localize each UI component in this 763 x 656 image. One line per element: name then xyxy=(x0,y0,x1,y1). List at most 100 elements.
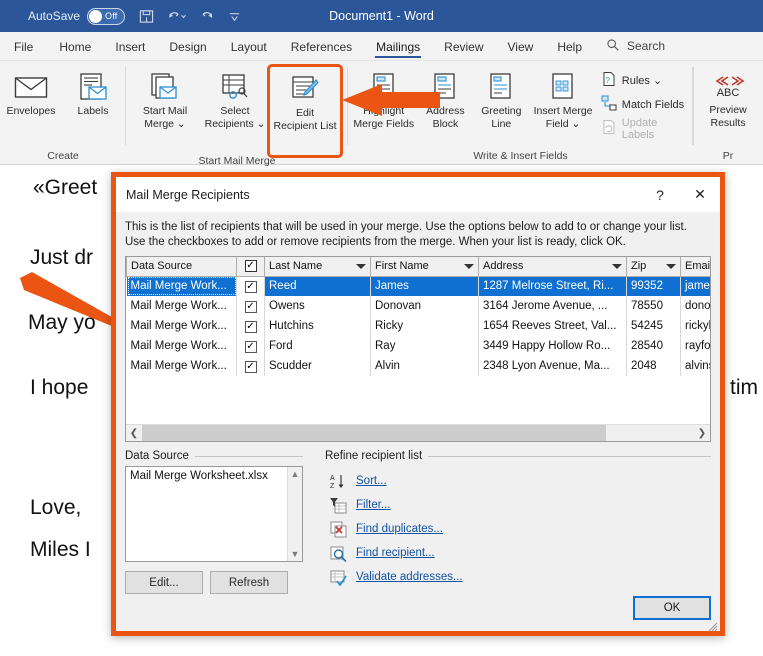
highlight-merge-fields-button[interactable]: Highlight Merge Fields xyxy=(350,67,417,131)
cell-checkbox[interactable]: ✓ xyxy=(236,356,265,376)
row-checkbox[interactable]: ✓ xyxy=(244,360,257,373)
cell-checkbox[interactable]: ✓ xyxy=(236,336,265,356)
chevron-down-icon[interactable] xyxy=(612,263,622,269)
match-fields-button[interactable]: Match Fields xyxy=(597,94,693,115)
write-insert-small-buttons: ? Rules ⌄ Match Fields Update Labels xyxy=(597,67,693,141)
chevron-down-icon[interactable] xyxy=(356,263,366,269)
select-all-checkbox[interactable]: ✓ xyxy=(244,260,257,273)
horizontal-scrollbar[interactable]: ❮ ❯ xyxy=(126,424,710,441)
scroll-left-icon[interactable]: ❮ xyxy=(126,428,142,439)
rules-button[interactable]: ? Rules ⌄ xyxy=(597,70,693,91)
data-source-list[interactable]: Mail Merge Worksheet.xlsx ▲ ▼ xyxy=(125,466,303,562)
scrollbar-track[interactable] xyxy=(142,424,694,441)
select-recipients-button[interactable]: Select Recipients ⌄ xyxy=(200,67,270,131)
search-box[interactable]: Search xyxy=(606,32,665,60)
preview-results-label: Preview Results xyxy=(709,104,747,129)
scroll-right-icon[interactable]: ❯ xyxy=(694,428,710,439)
table-row[interactable]: Mail Merge Work... ✓ Hutchins Ricky 1654… xyxy=(126,316,710,336)
column-header-zip[interactable]: Zip xyxy=(626,257,681,277)
edit-button[interactable]: Edit... xyxy=(125,571,203,594)
cell-checkbox[interactable]: ✓ xyxy=(236,296,265,316)
validate-addresses-link[interactable]: Validate addresses... xyxy=(356,571,463,583)
tab-review[interactable]: Review xyxy=(432,32,495,61)
sort-row[interactable]: AZ Sort... xyxy=(325,469,711,493)
find-duplicates-row[interactable]: Find duplicates... xyxy=(325,517,711,541)
start-mail-merge-button[interactable]: Start Mail Merge ⌄ xyxy=(130,67,200,131)
table-row[interactable]: Mail Merge Work... ✓ Reed James 1287 Mel… xyxy=(126,276,710,296)
envelopes-button[interactable]: Envelopes xyxy=(0,67,62,118)
document-line: «Greet xyxy=(33,176,98,199)
tab-insert[interactable]: Insert xyxy=(103,32,157,61)
refresh-button[interactable]: Refresh xyxy=(210,571,288,594)
cell-zip: 78550 xyxy=(626,296,681,316)
column-header-first-name[interactable]: First Name xyxy=(370,257,479,277)
save-icon[interactable] xyxy=(139,9,154,24)
update-labels-icon xyxy=(601,119,617,138)
scroll-down-icon[interactable]: ▼ xyxy=(291,549,300,559)
row-checkbox[interactable]: ✓ xyxy=(244,280,257,293)
chevron-down-icon[interactable] xyxy=(464,263,474,269)
chevron-down-icon[interactable] xyxy=(666,263,676,269)
close-icon[interactable]: ✕ xyxy=(680,178,720,212)
ok-button[interactable]: OK xyxy=(633,596,711,620)
column-header-email[interactable]: Email xyxy=(680,257,710,277)
update-labels-button[interactable]: Update Labels xyxy=(597,117,693,141)
autosave-toggle-knob xyxy=(89,9,103,23)
cell-address: 2348 Lyon Avenue, Ma... xyxy=(478,356,627,376)
tab-mailings[interactable]: Mailings xyxy=(364,32,432,61)
cell-email: rickyhut xyxy=(680,316,710,336)
column-header-address[interactable]: Address xyxy=(478,257,627,277)
resize-grip[interactable] xyxy=(707,619,718,632)
help-button[interactable]: ? xyxy=(640,178,680,212)
row-checkbox[interactable]: ✓ xyxy=(244,320,257,333)
data-source-vertical-scrollbar[interactable]: ▲ ▼ xyxy=(287,467,302,561)
greeting-line-button[interactable]: Greeting Line xyxy=(473,67,529,131)
tab-design[interactable]: Design xyxy=(157,32,218,61)
quick-access-toolbar xyxy=(139,9,241,24)
column-header-last-name[interactable]: Last Name xyxy=(264,257,371,277)
edit-recipient-list-button[interactable]: Edit Recipient List xyxy=(267,64,343,158)
undo-icon[interactable] xyxy=(167,9,187,24)
cell-checkbox[interactable]: ✓ xyxy=(236,276,265,296)
table-row[interactable]: Mail Merge Work... ✓ Scudder Alvin 2348 … xyxy=(126,356,710,376)
cell-checkbox[interactable]: ✓ xyxy=(236,316,265,336)
cell-email: donovar xyxy=(680,296,710,316)
tab-home[interactable]: Home xyxy=(47,32,103,61)
validate-addresses-row[interactable]: Validate addresses... xyxy=(325,565,711,589)
find-recipient-row[interactable]: Find recipient... xyxy=(325,541,711,565)
cell-first-name: Ricky xyxy=(370,316,479,336)
tab-file-label: File xyxy=(14,39,34,54)
scroll-up-icon[interactable]: ▲ xyxy=(291,469,300,479)
tab-help[interactable]: Help xyxy=(545,32,594,61)
tab-layout[interactable]: Layout xyxy=(219,32,279,61)
data-source-file[interactable]: Mail Merge Worksheet.xlsx xyxy=(126,467,287,561)
column-header-data-source[interactable]: Data Source xyxy=(126,257,237,277)
redo-icon[interactable] xyxy=(200,9,215,24)
row-checkbox[interactable]: ✓ xyxy=(244,340,257,353)
select-recipients-icon xyxy=(220,69,250,105)
refine-legend: Refine recipient list xyxy=(325,450,423,462)
labels-button[interactable]: Labels xyxy=(62,67,124,118)
filter-row[interactable]: Filter... xyxy=(325,493,711,517)
refine-links: AZ Sort... Filter... Find duplicates... … xyxy=(325,469,711,589)
table-row[interactable]: Mail Merge Work... ✓ Owens Donovan 3164 … xyxy=(126,296,710,316)
tab-references[interactable]: References xyxy=(279,32,364,61)
autosave-toggle[interactable]: Off xyxy=(87,7,126,25)
scrollbar-thumb[interactable] xyxy=(142,424,606,441)
insert-merge-field-button[interactable]: Insert Merge Field ⌄ xyxy=(529,67,596,131)
highlight-merge-fields-icon xyxy=(370,69,398,105)
refine-legend-row: Refine recipient list xyxy=(325,450,711,462)
sort-link[interactable]: Sort... xyxy=(356,475,387,487)
find-recipient-link[interactable]: Find recipient... xyxy=(356,547,435,559)
table-row[interactable]: Mail Merge Work... ✓ Ford Ray 3449 Happy… xyxy=(126,336,710,356)
find-duplicates-link[interactable]: Find duplicates... xyxy=(356,523,443,535)
filter-link[interactable]: Filter... xyxy=(356,499,391,511)
customize-icon[interactable] xyxy=(228,10,241,23)
table-header-row: Data Source ✓ Last Name First Name Addre… xyxy=(126,257,710,277)
address-block-button[interactable]: Address Block xyxy=(417,67,473,131)
tab-file[interactable]: File xyxy=(0,32,47,61)
column-header-select-all[interactable]: ✓ xyxy=(236,257,265,277)
tab-view[interactable]: View xyxy=(496,32,546,61)
preview-results-button[interactable]: ABC Preview Results xyxy=(699,71,757,130)
row-checkbox[interactable]: ✓ xyxy=(244,300,257,313)
